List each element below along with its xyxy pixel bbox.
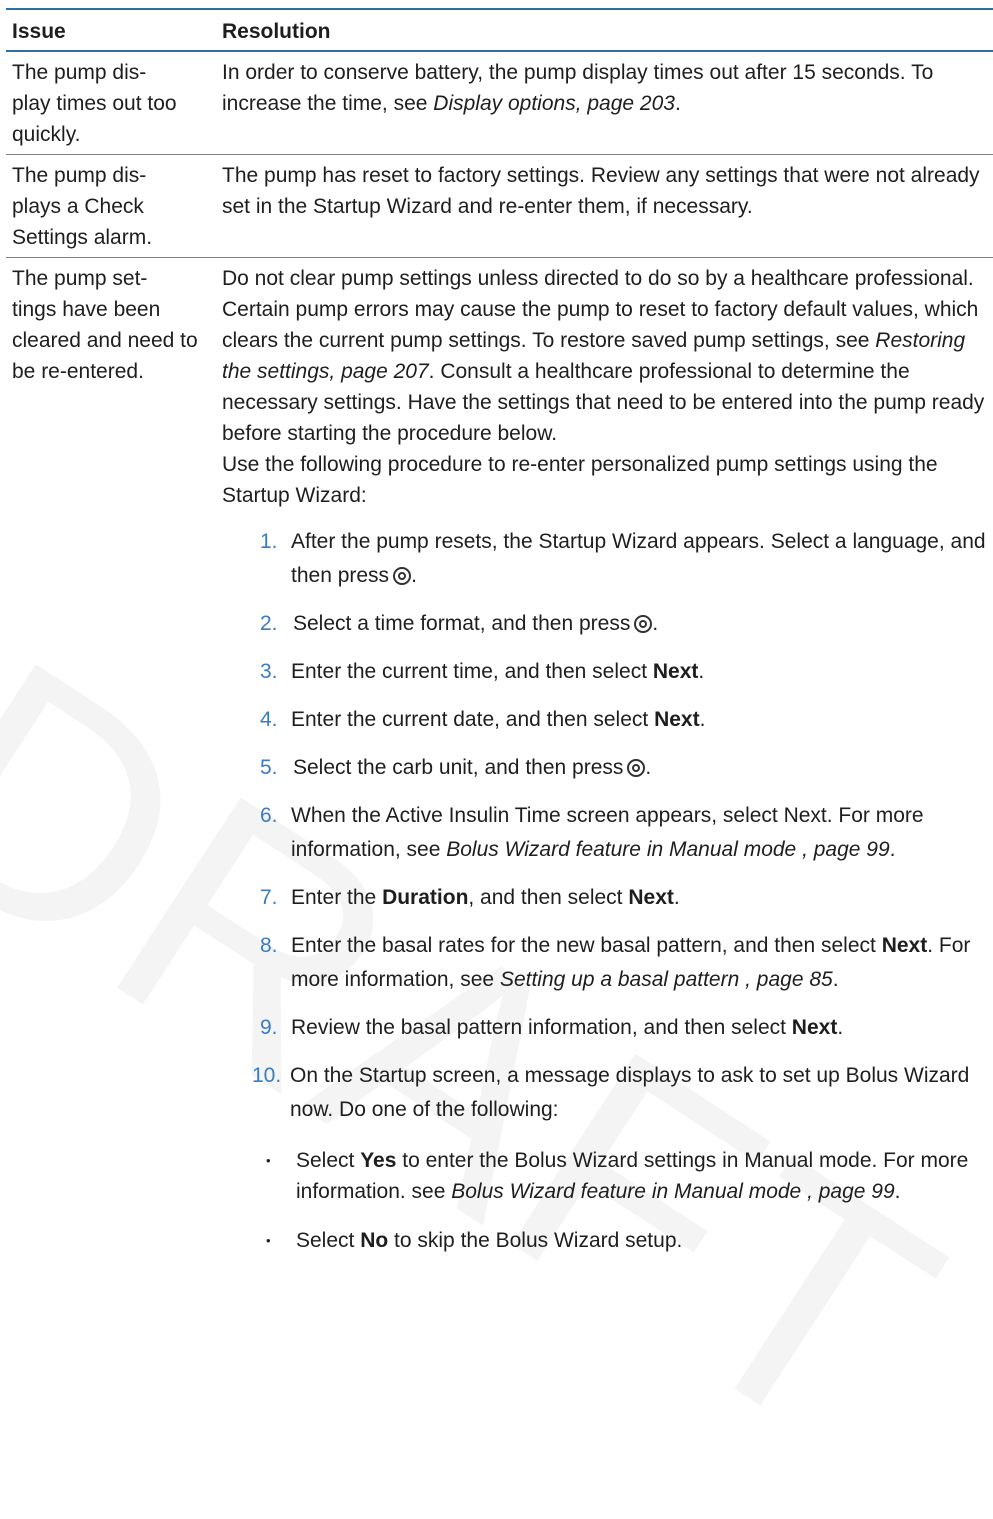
document-page: DRAFT Issue Resolution The pump dis-play… — [0, 0, 993, 1514]
punctuation: . — [674, 92, 681, 115]
issue-cell: The pump set-tings have been cleared and… — [12, 267, 198, 383]
step-number: 2. — [260, 612, 278, 635]
select-button-icon — [634, 615, 653, 633]
step-text: Enter the — [291, 886, 383, 909]
punctuation: . — [699, 708, 706, 731]
list-item: 8. Enter the basal rates for the new basa… — [260, 929, 992, 997]
list-item: • Select Yes to enter the Bolus Wizard se… — [266, 1145, 992, 1207]
step-number: 7. — [260, 886, 278, 909]
step-number: 4. — [260, 708, 278, 731]
cross-reference-link[interactable]: Setting up a basal pattern , page 85 — [500, 968, 833, 991]
step-number: 9. — [260, 1016, 278, 1039]
list-item: 5. Select the carb unit, and then press. — [260, 751, 992, 785]
list-item: 2. Select a time format, and then press. — [260, 607, 992, 641]
punctuation: . — [894, 1180, 901, 1203]
option-text: to skip the Bolus Wizard setup. — [388, 1229, 683, 1252]
list-item: 6. When the Active Insulin Time screen ap… — [260, 799, 992, 867]
step-text: Select a time format, and then press — [293, 612, 631, 635]
ui-term: Next — [881, 934, 928, 957]
list-item: 3. Enter the current time, and then selec… — [260, 655, 992, 689]
bolus-options-list: • Select Yes to enter the Bolus Wizard se… — [222, 1145, 992, 1256]
list-item: 7. Enter the Duration, and then select Ne… — [260, 881, 992, 915]
table-row: The pump dis-plays a Check Settings alar… — [6, 155, 993, 258]
procedure-steps: 1. After the pump resets, the Startup Wiz… — [222, 525, 992, 1127]
punctuation: . — [832, 968, 839, 991]
ui-term: No — [360, 1229, 389, 1252]
punctuation: . — [645, 756, 652, 779]
header-resolution: Resolution — [212, 9, 993, 52]
option-text: Select — [296, 1229, 361, 1252]
resolution-cell: In order to conserve battery, the pump d… — [212, 51, 993, 155]
resolution-cell: The pump has reset to factory settings. … — [222, 164, 980, 218]
step-text: Enter the current time, and then select — [291, 660, 653, 683]
procedure-intro: Use the following procedure to re-enter … — [222, 453, 938, 507]
punctuation: . — [889, 838, 896, 861]
list-item: • Select No to skip the Bolus Wizard setu… — [266, 1225, 992, 1256]
issue-cell: The pump dis-plays a Check Settings alar… — [12, 164, 153, 249]
table-row: The pump dis-play times out too quickly.… — [6, 51, 993, 155]
troubleshooting-table: Issue Resolution The pump dis-play times… — [6, 8, 993, 1278]
list-item: 9. Review the basal pattern information, … — [260, 1011, 992, 1045]
ui-term: Next — [791, 1016, 838, 1039]
step-number: 3. — [260, 660, 278, 683]
select-button-icon — [393, 567, 412, 585]
punctuation: . — [698, 660, 705, 683]
punctuation: . — [673, 886, 680, 909]
table-header-row: Issue Resolution — [6, 9, 993, 52]
ui-term: Next — [652, 660, 699, 683]
resolution-text: Do not clear pump settings unless direct… — [222, 267, 979, 352]
ui-term: Duration — [382, 886, 469, 909]
select-button-icon — [627, 759, 646, 777]
step-number: 1. — [260, 530, 278, 553]
step-text: , and then select — [468, 886, 629, 909]
punctuation: . — [837, 1016, 844, 1039]
step-text: Enter the current date, and then select — [291, 708, 655, 731]
step-text: Select the carb unit, and then press — [293, 756, 624, 779]
resolution-paragraph: Do not clear pump settings unless direct… — [222, 263, 992, 449]
ui-term: Next — [628, 886, 674, 909]
bullet-icon: • — [266, 1153, 271, 1168]
step-number: 8. — [260, 934, 278, 957]
bullet-icon: • — [266, 1233, 271, 1248]
option-text: Select — [296, 1149, 361, 1172]
cross-reference-link[interactable]: Bolus Wizard feature in Manual mode , pa… — [451, 1180, 894, 1203]
cross-reference-link[interactable]: Bolus Wizard feature in Manual mode , pa… — [446, 838, 889, 861]
cross-reference-link[interactable]: Display options, page 203 — [433, 92, 675, 115]
list-item: 1. After the pump resets, the Startup Wiz… — [260, 525, 992, 593]
issue-cell: The pump dis-play times out too quickly. — [12, 61, 177, 146]
punctuation: . — [652, 612, 659, 635]
table-row: The pump set-tings have been cleared and… — [6, 258, 993, 1279]
list-item: 10. On the Startup screen, a message disp… — [252, 1059, 992, 1127]
ui-term: Yes — [360, 1149, 397, 1172]
punctuation: . — [411, 564, 417, 587]
header-issue: Issue — [6, 9, 212, 52]
step-text: Enter the basal rates for the new basal … — [291, 934, 882, 957]
step-text: Review the basal pattern information, an… — [291, 1016, 792, 1039]
step-number: 6. — [260, 804, 278, 827]
list-item: 4. Enter the current date, and then selec… — [260, 703, 992, 737]
step-text: On the Startup screen, a message display… — [290, 1064, 970, 1121]
step-number: 5. — [260, 756, 278, 779]
ui-term: Next — [654, 708, 700, 731]
resolution-cell: Do not clear pump settings unless direct… — [212, 258, 993, 1279]
step-number: 10. — [252, 1064, 282, 1087]
